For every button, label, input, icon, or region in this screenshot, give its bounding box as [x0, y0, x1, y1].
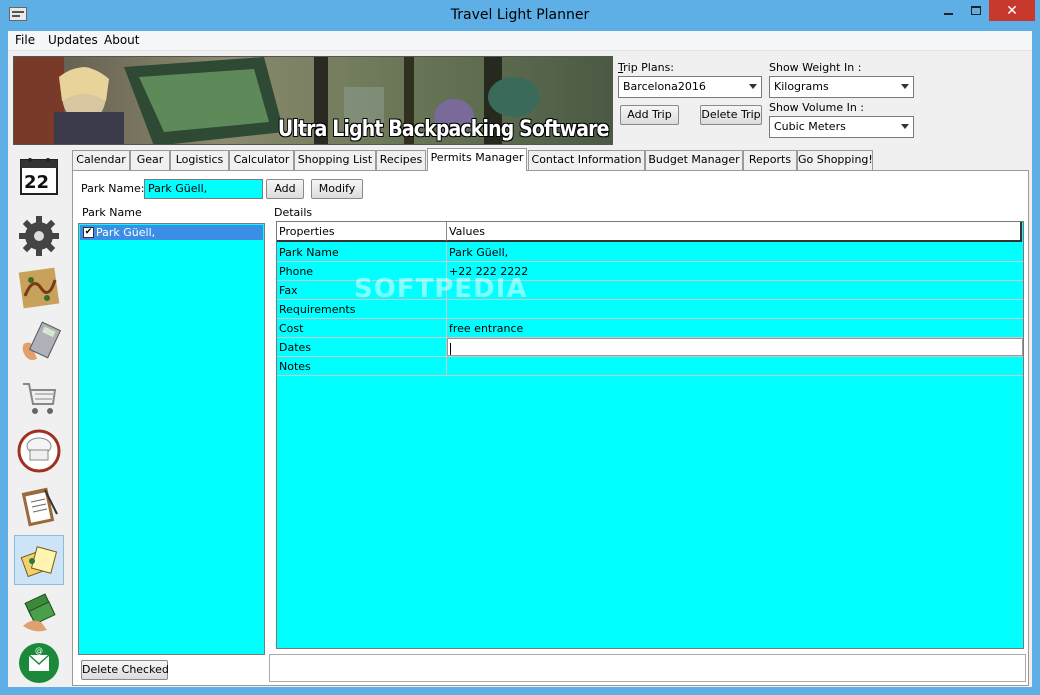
- list-item[interactable]: ✔ Park Güell,: [80, 225, 263, 240]
- checkbox-checked-icon[interactable]: ✔: [83, 227, 94, 238]
- add-trip-button[interactable]: Add Trip: [620, 105, 679, 125]
- delete-trip-button[interactable]: Delete Trip: [700, 105, 762, 125]
- sidebar-item-shopping[interactable]: [14, 373, 64, 423]
- header-properties[interactable]: Properties: [277, 222, 447, 242]
- volume-selected: Cubic Meters: [774, 120, 846, 133]
- chef-hat-icon: [17, 429, 61, 473]
- sidebar-item-recipes[interactable]: [14, 426, 64, 476]
- property-cell: Dates: [277, 338, 447, 356]
- trip-plans-selected: Barcelona2016: [623, 80, 706, 93]
- menu-updates[interactable]: Updates: [48, 33, 98, 47]
- weight-dropdown[interactable]: Kilograms: [769, 76, 914, 98]
- menu-file[interactable]: File: [15, 33, 35, 47]
- volume-label: Show Volume In :: [769, 101, 865, 114]
- shopping-cart-icon: [23, 383, 57, 414]
- chevron-down-icon: [749, 84, 757, 89]
- banner-text: Ultra Light Backpacking Software: [278, 117, 610, 142]
- value-cell[interactable]: Park Güell,: [447, 243, 1023, 261]
- sidebar-item-calculator[interactable]: [14, 318, 64, 368]
- sidebar-item-email[interactable]: @: [14, 638, 64, 688]
- table-row[interactable]: Notes: [277, 357, 1023, 376]
- maximize-button[interactable]: [962, 0, 989, 21]
- text-caret: [450, 343, 451, 355]
- details-footer-box: [269, 654, 1026, 682]
- table-row[interactable]: Cost free entrance: [277, 319, 1023, 338]
- weight-label: Show Weight In :: [769, 61, 862, 74]
- phone-contacts-icon: [20, 546, 58, 578]
- tab-calculator[interactable]: Calculator: [229, 150, 294, 170]
- value-cell[interactable]: free entrance: [447, 319, 1023, 337]
- property-cell: Park Name: [277, 243, 447, 261]
- menu-about[interactable]: About: [104, 33, 139, 47]
- sidebar-item-permits[interactable]: [14, 481, 64, 531]
- app-window: Travel Light Planner ✕ File Updates Abou…: [0, 0, 1040, 695]
- clipboard-icon: [21, 487, 58, 527]
- tab-permits-manager[interactable]: Permits Manager: [427, 148, 527, 171]
- client-area: File Updates About Ultra Light Backpacki…: [8, 31, 1032, 687]
- details-title: Details: [274, 206, 313, 219]
- tab-go-shopping[interactable]: Go Shopping!: [797, 150, 873, 170]
- grid-header: Properties Values: [277, 222, 1023, 242]
- add-park-button[interactable]: Add: [266, 179, 304, 199]
- watermark-text: SOFTPEDIA: [354, 274, 528, 304]
- sidebar-item-logistics[interactable]: [14, 263, 64, 313]
- tab-budget-manager[interactable]: Budget Manager: [645, 150, 743, 170]
- value-cell-editing[interactable]: [447, 338, 1023, 356]
- tab-calendar[interactable]: Calendar: [72, 150, 130, 170]
- money-icon: [23, 593, 56, 632]
- close-button[interactable]: ✕: [989, 0, 1035, 21]
- sidebar: 22 @: [8, 148, 68, 687]
- trip-plans-dropdown[interactable]: Barcelona2016: [618, 76, 762, 98]
- park-name-label: Park Name:: [81, 182, 145, 195]
- menu-bar: File Updates About: [8, 31, 1032, 51]
- banner-image: Ultra Light Backpacking Software: [13, 56, 613, 145]
- minimize-icon: [943, 12, 953, 15]
- value-cell[interactable]: +22 222 2222: [447, 262, 1023, 280]
- property-cell: Cost: [277, 319, 447, 337]
- sidebar-item-contacts[interactable]: [14, 535, 64, 585]
- window-title: Travel Light Planner: [450, 7, 590, 23]
- park-listbox[interactable]: ✔ Park Güell,: [78, 223, 265, 655]
- property-cell: Notes: [277, 357, 447, 375]
- modify-park-button[interactable]: Modify: [311, 179, 363, 199]
- trip-plans-label-text: rip Plans:: [623, 61, 675, 74]
- sidebar-item-budget[interactable]: [14, 589, 64, 639]
- minimize-button[interactable]: [934, 0, 962, 21]
- header-values[interactable]: Values: [447, 222, 1022, 242]
- table-row[interactable]: Dates: [277, 338, 1023, 357]
- close-icon: ✕: [1006, 2, 1018, 19]
- trip-plans-label: Trip Plans:: [618, 61, 675, 74]
- park-list-title: Park Name: [82, 206, 142, 219]
- sidebar-item-gear[interactable]: [14, 211, 64, 261]
- tab-logistics[interactable]: Logistics: [170, 150, 229, 170]
- email-icon: @: [19, 643, 59, 683]
- tab-reports[interactable]: Reports: [743, 150, 797, 170]
- weight-selected: Kilograms: [774, 80, 829, 93]
- value-cell[interactable]: [447, 357, 1023, 375]
- calendar-icon: 22: [20, 158, 58, 195]
- volume-dropdown[interactable]: Cubic Meters: [769, 116, 914, 138]
- sidebar-item-calendar[interactable]: 22: [14, 151, 64, 201]
- delete-checked-button[interactable]: Delete Checked: [81, 660, 169, 680]
- map-icon: [18, 267, 60, 309]
- park-name-input[interactable]: Park Güell,: [144, 179, 263, 199]
- gear-icon: [19, 216, 59, 256]
- value-cell[interactable]: [447, 281, 1023, 299]
- chevron-down-icon: [901, 124, 909, 129]
- chevron-down-icon: [901, 84, 909, 89]
- tab-contact-information[interactable]: Contact Information: [528, 150, 645, 170]
- value-cell[interactable]: [447, 300, 1023, 318]
- list-item-label: Park Güell,: [96, 226, 156, 239]
- calendar-icon-text: 22: [24, 172, 49, 193]
- title-bar[interactable]: Travel Light Planner ✕: [0, 0, 1040, 31]
- tab-gear[interactable]: Gear: [130, 150, 170, 170]
- svg-text:@: @: [35, 646, 43, 655]
- table-row[interactable]: Park Name Park Güell,: [277, 243, 1023, 262]
- maximize-icon: [970, 6, 981, 15]
- tab-shopping-list[interactable]: Shopping List: [294, 150, 376, 170]
- tab-recipes[interactable]: Recipes: [376, 150, 426, 170]
- calculator-icon: [22, 321, 61, 360]
